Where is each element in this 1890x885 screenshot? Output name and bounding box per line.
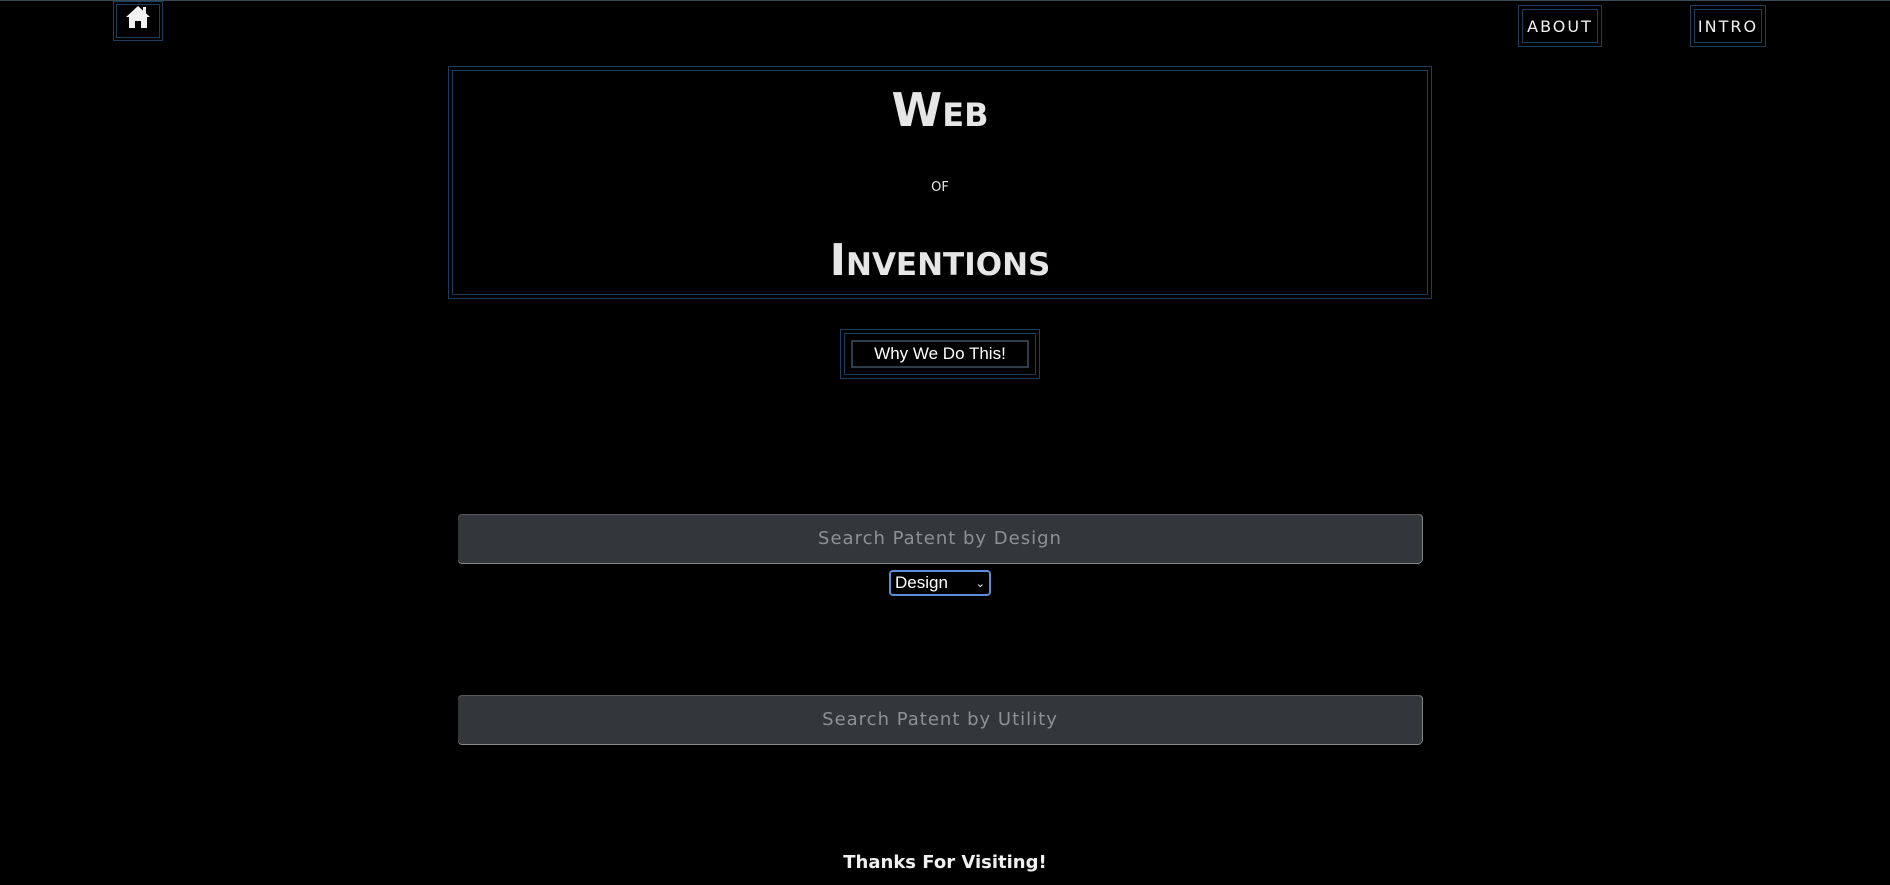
footer-message: Thanks For Visiting!	[843, 852, 1047, 873]
why-we-do-this-button[interactable]: Why We Do This!	[851, 340, 1029, 368]
home-icon	[126, 6, 150, 28]
why-button-frame: Why We Do This!	[840, 329, 1040, 379]
search-design-input[interactable]	[458, 514, 1422, 563]
about-label: ABOUT	[1527, 16, 1593, 36]
page: ABOUT INTRO Web of Inventions Why We Do …	[0, 0, 1890, 885]
title-of: of	[931, 175, 949, 196]
intro-button[interactable]: INTRO	[1690, 5, 1766, 47]
home-button[interactable]	[113, 1, 163, 41]
chevron-down-icon: ⌄	[975, 577, 985, 590]
title-web: Web	[891, 83, 989, 137]
about-button[interactable]: ABOUT	[1518, 5, 1602, 47]
search-utility-input[interactable]	[458, 695, 1422, 744]
patent-type-select[interactable]: Design ⌄	[889, 570, 991, 596]
title-banner: Web of Inventions	[448, 66, 1432, 299]
intro-label: INTRO	[1697, 16, 1759, 36]
title-inventions: Inventions	[829, 235, 1051, 286]
patent-type-value: Design	[895, 573, 948, 592]
